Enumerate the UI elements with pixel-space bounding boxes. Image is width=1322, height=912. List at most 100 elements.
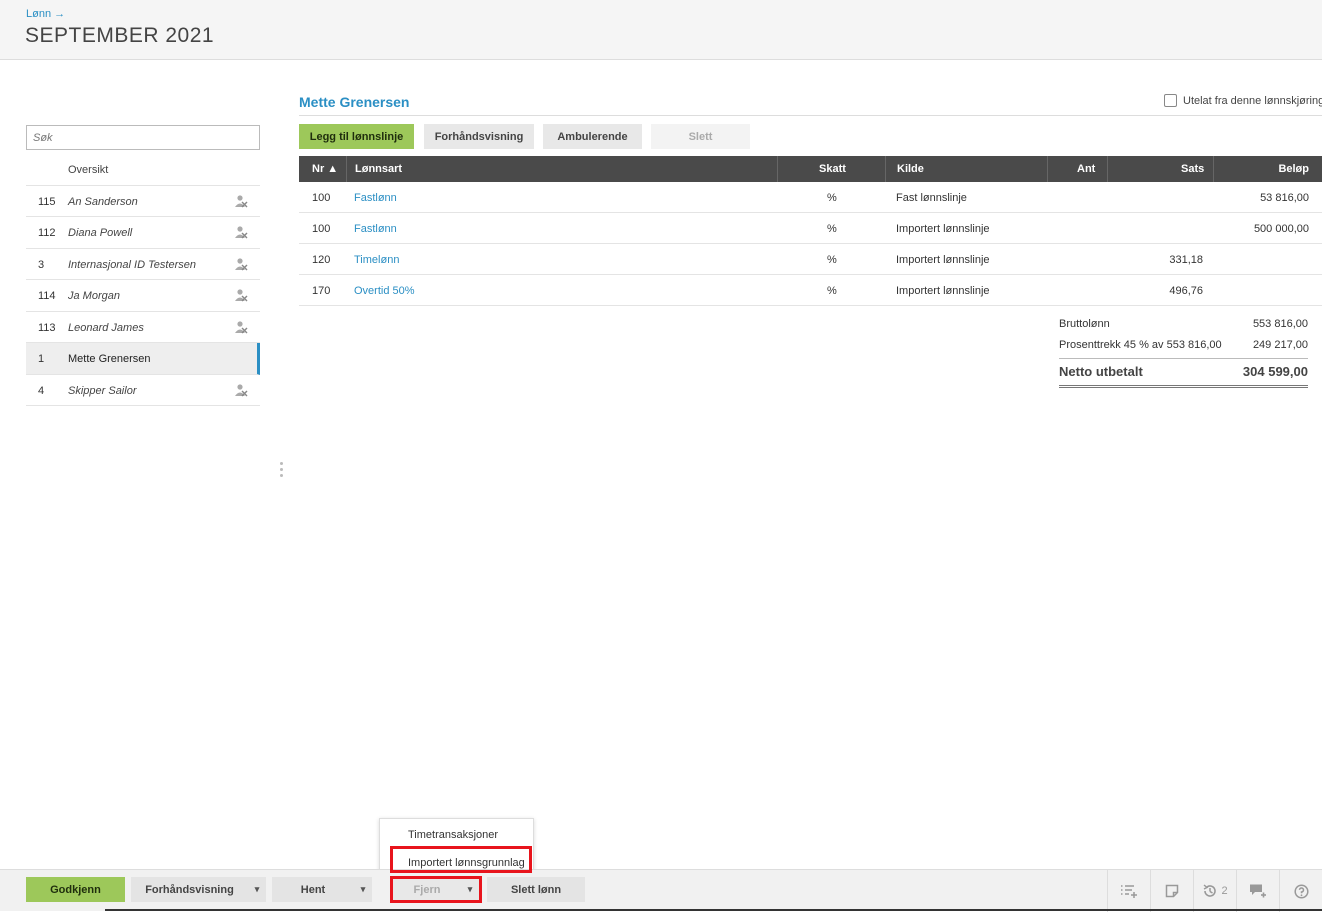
exclude-checkbox[interactable] xyxy=(1164,94,1177,107)
cell-nr: 120 xyxy=(312,254,331,266)
employee-row[interactable]: 3 Internasjonal ID Testersen xyxy=(26,249,260,280)
cell-kilde: Importert lønnslinje xyxy=(896,254,990,266)
add-comment-icon[interactable] xyxy=(1236,870,1279,912)
user-excluded-icon xyxy=(235,194,248,207)
menu-item-time-transactions[interactable]: Timetransaksjoner xyxy=(408,829,498,841)
employee-row[interactable]: 113 Leonard James xyxy=(26,312,260,343)
cell-skatt: % xyxy=(827,223,837,235)
cell-sats: 331,18 xyxy=(1169,254,1203,266)
table-row[interactable]: 100 Fastlønn % Importert lønnslinje 500 … xyxy=(299,213,1322,244)
user-excluded-icon xyxy=(235,257,248,270)
caret-down-icon: ▾ xyxy=(254,884,260,894)
employee-list: Oversikt 115 An Sanderson 112 Diana Powe… xyxy=(26,154,260,406)
fetch-button[interactable]: Hent ▾ xyxy=(272,877,372,902)
table-row[interactable]: 120 Timelønn % Importert lønnslinje 331,… xyxy=(299,244,1322,275)
employee-name: Mette Grenersen xyxy=(68,353,151,365)
column-header-lonnsart[interactable]: Lønnsart xyxy=(355,163,402,175)
ambulant-button[interactable]: Ambulerende xyxy=(543,124,642,149)
cell-lonnsart[interactable]: Overtid 50% xyxy=(354,285,415,297)
gross-salary-value: 553 816,00 xyxy=(1252,318,1308,330)
employee-number: 113 xyxy=(38,321,56,334)
net-pay-row: Netto utbetalt 304 599,00 xyxy=(1059,358,1308,388)
column-header-kilde[interactable]: Kilde xyxy=(897,163,924,175)
salary-lines-table: Nr ▲ Lønnsart Skatt Kilde Ant Sats Beløp… xyxy=(299,156,1322,306)
cell-belop: 53 816,00 xyxy=(1260,192,1309,204)
delete-salary-button[interactable]: Slett lønn xyxy=(487,877,585,902)
user-excluded-icon xyxy=(235,289,248,302)
sidebar-item-overview[interactable]: Oversikt xyxy=(26,154,260,186)
column-header-nr[interactable]: Nr ▲ xyxy=(312,163,338,175)
caret-down-icon: ▾ xyxy=(360,884,366,894)
table-row[interactable]: 170 Overtid 50% % Importert lønnslinje 4… xyxy=(299,275,1322,306)
preview-button[interactable]: Forhåndsvisning xyxy=(424,124,534,149)
cell-kilde: Importert lønnslinje xyxy=(896,285,990,297)
employee-name: An Sanderson xyxy=(68,195,138,208)
employee-row[interactable]: 114 Ja Morgan xyxy=(26,280,260,312)
table-row[interactable]: 100 Fastlønn % Fast lønnslinje 53 816,00 xyxy=(299,182,1322,213)
employee-number: 112 xyxy=(38,227,56,239)
exclude-label: Utelat fra denne lønnskjøring xyxy=(1183,94,1322,107)
net-pay-label: Netto utbetalt xyxy=(1059,364,1143,379)
employee-number: 115 xyxy=(38,195,56,208)
employee-name: Skipper Sailor xyxy=(68,384,137,397)
employee-number: 114 xyxy=(38,290,56,302)
column-header-ant-label[interactable]: Ant xyxy=(1077,163,1095,175)
delete-button[interactable]: Slett xyxy=(651,124,750,149)
help-icon[interactable] xyxy=(1279,870,1322,912)
employee-name: Leonard James xyxy=(68,321,144,334)
history-count: 2 xyxy=(1221,885,1228,897)
cell-kilde: Fast lønnslinje xyxy=(896,192,967,204)
add-salary-line-button[interactable]: Legg til lønnslinje xyxy=(299,124,414,149)
tax-deduction-label: Prosenttrekk 45 % av 553 816,00 xyxy=(1059,339,1222,351)
cell-lonnsart[interactable]: Fastlønn xyxy=(354,192,397,204)
column-header-belop[interactable]: Beløp xyxy=(1278,163,1309,175)
cell-lonnsart[interactable]: Fastlønn xyxy=(354,223,397,235)
column-header-skatt[interactable]: Skatt xyxy=(819,163,846,175)
cell-lonnsart[interactable]: Timelønn xyxy=(354,254,399,266)
employee-number: 3 xyxy=(38,258,45,271)
employee-number: 4 xyxy=(38,384,45,397)
employee-row-selected[interactable]: 1 Mette Grenersen xyxy=(26,343,260,375)
gross-salary-row: Bruttolønn 553 816,00 xyxy=(1059,314,1308,335)
highlight-imported-salary-basis xyxy=(390,846,532,873)
employee-name: Ja Morgan xyxy=(68,290,120,302)
search-input[interactable] xyxy=(26,125,260,150)
cell-nr: 100 xyxy=(312,223,331,235)
breadcrumb[interactable]: Lønn → xyxy=(26,8,65,20)
cell-skatt: % xyxy=(827,192,837,204)
approve-button[interactable]: Godkjenn xyxy=(26,877,125,902)
tax-deduction-row: Prosenttrekk 45 % av 553 816,00 249 217,… xyxy=(1059,335,1308,356)
employee-row[interactable]: 4 Skipper Sailor xyxy=(26,375,260,406)
footer-toolbar: Godkjenn Forhåndsvisning ▾ Hent ▾ Fjern … xyxy=(0,869,1322,912)
tax-deduction-value: 249 217,00 xyxy=(1252,339,1308,351)
footer-preview-button[interactable]: Forhåndsvisning ▾ xyxy=(131,877,266,902)
panel-resize-handle[interactable] xyxy=(280,462,283,480)
cell-skatt: % xyxy=(827,254,837,266)
column-header-sats[interactable]: Sats xyxy=(1181,163,1204,175)
employee-title: Mette Grenersen xyxy=(299,94,410,110)
user-excluded-icon xyxy=(235,320,248,333)
divider xyxy=(299,115,1322,116)
page-title: SEPTEMBER 2021 xyxy=(25,24,215,47)
employee-name: Internasjonal ID Testersen xyxy=(68,258,196,271)
employee-row[interactable]: 115 An Sanderson xyxy=(26,186,260,217)
cell-belop: 500 000,00 xyxy=(1253,223,1309,235)
exclude-option[interactable]: Utelat fra denne lønnskjøring xyxy=(1164,94,1322,107)
net-pay-value: 304 599,00 xyxy=(1242,364,1308,379)
cell-skatt: % xyxy=(827,285,837,297)
note-icon[interactable] xyxy=(1150,870,1193,912)
overview-label: Oversikt xyxy=(68,164,109,176)
highlight-remove-button xyxy=(390,876,482,903)
employee-name: Diana Powell xyxy=(68,227,133,239)
cell-nr: 170 xyxy=(312,285,331,297)
history-icon[interactable]: 2 xyxy=(1193,870,1236,912)
user-excluded-icon xyxy=(235,383,248,396)
user-excluded-icon xyxy=(235,226,248,239)
cell-nr: 100 xyxy=(312,192,331,204)
page-header: Lønn → SEPTEMBER 2021 xyxy=(0,0,1322,60)
table-header: Nr ▲ Lønnsart Skatt Kilde Ant Sats Beløp xyxy=(299,156,1322,182)
cell-kilde: Importert lønnslinje xyxy=(896,223,990,235)
employee-row[interactable]: 112 Diana Powell xyxy=(26,217,260,249)
employee-number: 1 xyxy=(38,353,45,365)
add-list-icon[interactable] xyxy=(1107,870,1150,912)
